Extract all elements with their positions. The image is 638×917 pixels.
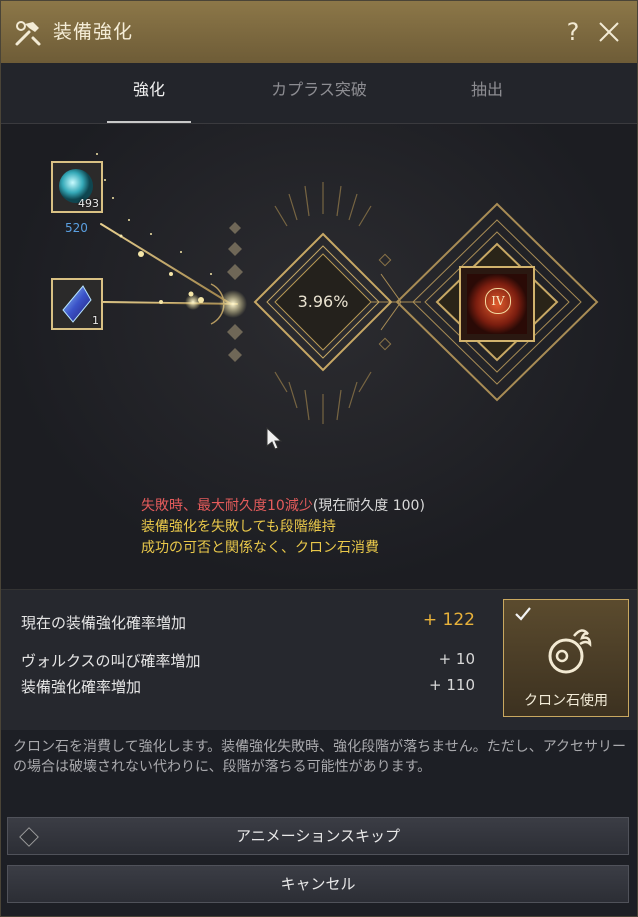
description-text: クロン石を消費して強化します。装備強化失敗時、強化段階が落ちません。ただし、アク… [13, 739, 627, 775]
tab-caphras[interactable]: カプラス突破 [247, 63, 391, 123]
close-icon[interactable] [597, 19, 621, 45]
skip-checkbox[interactable] [19, 827, 39, 847]
help-button[interactable]: ? [561, 15, 585, 49]
tab-extract[interactable]: 抽出 [447, 63, 527, 123]
blackstone-owned: 520 [65, 221, 88, 235]
enhance-window: 装備強化 ? 強化 カプラス突破 抽出 493 520 1 3.96% IV 失… [0, 0, 638, 917]
valks-rate-value: + 10 [438, 650, 475, 668]
title-bar[interactable]: 装備強化 ? [1, 1, 637, 64]
clon-stone-toggle[interactable]: クロン石使用 [503, 599, 629, 717]
hammer-icon [15, 21, 41, 46]
total-rate-label: 現在の装備強化確率増加 [21, 614, 187, 632]
active-tab-indicator [107, 121, 191, 123]
base-rate-value: + 110 [429, 676, 475, 694]
equipment-slot[interactable]: IV [459, 266, 535, 342]
mouse-cursor-icon [266, 426, 283, 450]
tab-enhance[interactable]: 強化 [107, 63, 191, 123]
base-rate-label: 装備強化確率増加 [21, 678, 142, 696]
grade-keep-note: 装備強化を失敗しても段階維持 [141, 519, 336, 535]
clon-stone-icon [548, 629, 592, 674]
cancel-button[interactable]: キャンセル [7, 865, 629, 903]
crystal-slot[interactable]: 1 [51, 278, 103, 330]
durability-warning: 失敗時、最大耐久度10減少 [141, 498, 313, 514]
grade-badge: IV [485, 288, 511, 314]
clon-consume-note: 成功の可否と関係なく、クロン石消費 [141, 540, 379, 556]
total-rate-value: + 122 [422, 610, 475, 630]
success-rate: 3.96% [297, 292, 349, 311]
valks-rate-label: ヴォルクスの叫び確率増加 [21, 652, 201, 670]
enhance-warnings: 失敗時、最大耐久度10減少(現在耐久度 100) 装備強化を失敗しても段階維持 … [141, 496, 425, 559]
window-title: 装備強化 [53, 21, 134, 43]
tab-bar: 強化 カプラス突破 抽出 [1, 63, 637, 124]
animation-skip-label: アニメーションスキップ [235, 827, 401, 845]
crystal-count: 1 [92, 314, 99, 327]
blackstone-count: 493 [78, 197, 99, 210]
cancel-label: キャンセル [280, 875, 356, 893]
check-icon [515, 607, 531, 621]
blackstone-slot[interactable]: 493 [51, 161, 103, 213]
enhance-stage: 493 520 1 3.96% IV 失敗時、最大耐久度10減少(現在耐久度 1… [1, 124, 637, 589]
clon-stone-label: クロン石使用 [524, 693, 608, 709]
animation-skip-button[interactable]: アニメーションスキップ [7, 817, 629, 855]
current-durability: (現在耐久度 100) [312, 498, 425, 514]
